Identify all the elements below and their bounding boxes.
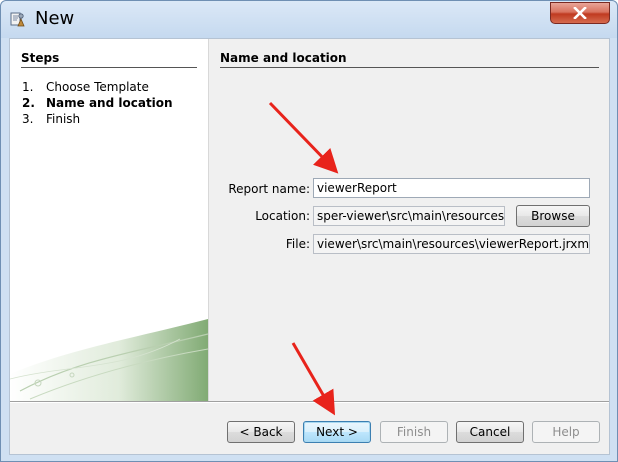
close-button[interactable]: [550, 2, 610, 24]
report-name-input[interactable]: [313, 178, 590, 198]
steps-heading: Steps: [21, 51, 60, 65]
dialog-window: New Steps 1. Choose Template 2. Name and l…: [0, 0, 618, 462]
step-label: Name and location: [46, 96, 173, 110]
step-label: Choose Template: [46, 80, 149, 94]
decorative-swoosh: [10, 319, 208, 401]
steps-panel: Steps 1. Choose Template 2. Name and locat…: [10, 39, 209, 401]
step-number: 3.: [22, 112, 34, 126]
finish-button[interactable]: Finish: [380, 421, 448, 443]
file-label: File:: [285, 237, 310, 251]
step-choose-template: 1. Choose Template: [22, 80, 149, 94]
back-button[interactable]: < Back: [227, 421, 295, 443]
location-label: Location:: [255, 209, 310, 223]
window-title: New: [35, 8, 75, 29]
steps-divider: [21, 67, 197, 68]
browse-button[interactable]: Browse: [516, 205, 590, 227]
close-icon: [573, 7, 587, 19]
step-finish: 3. Finish: [22, 112, 80, 126]
footer-divider-highlight: [10, 402, 609, 403]
title-bar: New: [1, 1, 617, 38]
next-button[interactable]: Next >: [303, 421, 371, 443]
help-button[interactable]: Help: [532, 421, 600, 443]
report-wizard-icon: [10, 12, 25, 27]
report-name-label: Report name:: [228, 182, 310, 196]
location-field[interactable]: sper-viewer\src\main\resources: [313, 206, 505, 226]
step-label: Finish: [46, 112, 81, 126]
step-name-and-location: 2. Name and location: [22, 96, 173, 110]
step-number: 1.: [22, 80, 34, 94]
file-field[interactable]: viewer\src\main\resources\viewerReport.j…: [313, 234, 590, 254]
page-title: Name and location: [220, 51, 347, 65]
step-number: 2.: [22, 96, 35, 110]
cancel-button[interactable]: Cancel: [456, 421, 524, 443]
dialog-content: Steps 1. Choose Template 2. Name and locat…: [9, 38, 610, 455]
main-divider: [220, 67, 599, 68]
